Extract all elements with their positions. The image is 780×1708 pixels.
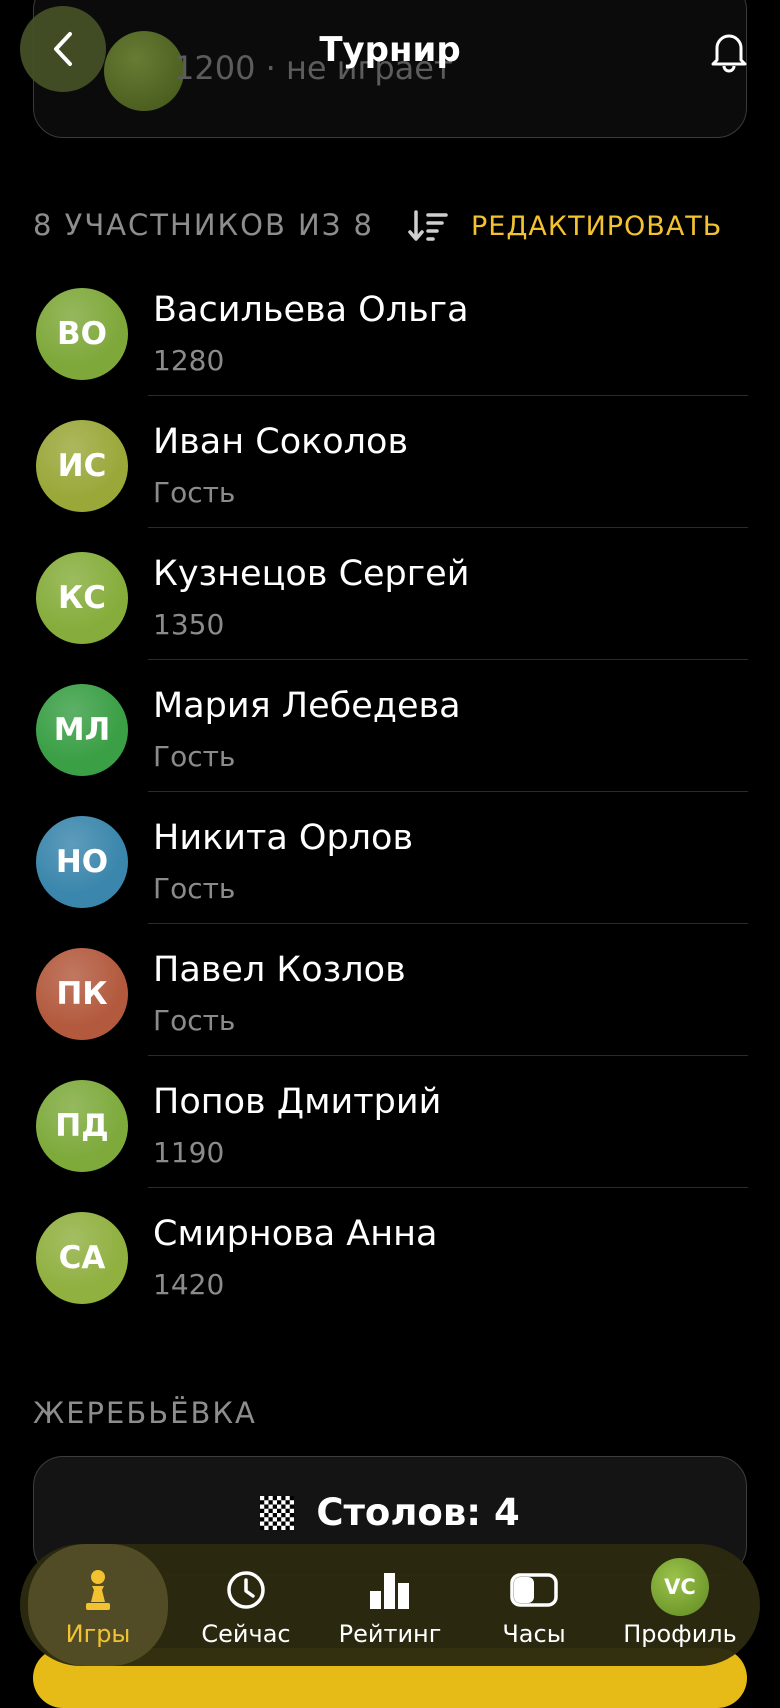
avatar: ИС	[36, 420, 128, 512]
bottom-nav: Игры Сейчас Рейтинг Часы VC Профиль	[20, 1544, 760, 1666]
participants-list: ВО Васильева Ольга 1280 ИС Иван Соколов …	[0, 264, 780, 1320]
participant-rating: Гость	[153, 872, 236, 905]
avatar: НО	[36, 816, 128, 908]
nav-label: Профиль	[623, 1620, 737, 1648]
tables-count: Столов: 4	[316, 1491, 520, 1534]
participant-name: Кузнецов Сергей	[153, 554, 470, 594]
toggle-icon	[510, 1573, 558, 1607]
avatar: КС	[36, 552, 128, 644]
pawn-icon	[86, 1570, 110, 1610]
list-item[interactable]: МЛ Мария Лебедева Гость	[0, 660, 780, 792]
sort-icon[interactable]	[408, 208, 450, 244]
avatar: ПД	[36, 1080, 128, 1172]
clock-icon	[227, 1571, 265, 1609]
participant-name: Никита Орлов	[153, 818, 414, 858]
page-title: Турнир	[319, 30, 461, 70]
nav-label: Часы	[502, 1620, 566, 1648]
participant-name: Смирнова Анна	[153, 1214, 438, 1254]
participant-rating: Гость	[153, 476, 236, 509]
avatar: ВО	[36, 288, 128, 380]
participants-count: 8 УЧАСТНИКОВ ИЗ 8	[33, 208, 375, 242]
list-item[interactable]: ИС Иван Соколов Гость	[0, 396, 780, 528]
participant-rating: 1350	[153, 608, 225, 641]
list-item[interactable]: КС Кузнецов Сергей 1350	[0, 528, 780, 660]
avatar: СА	[36, 1212, 128, 1304]
avatar: VC	[651, 1558, 709, 1616]
nav-clock[interactable]: Часы	[464, 1544, 604, 1666]
participant-name: Иван Соколов	[153, 422, 409, 462]
draw-heading: ЖЕРЕБЬЁВКА	[33, 1396, 257, 1430]
participant-name: Попов Дмитрий	[153, 1082, 442, 1122]
nav-rating[interactable]: Рейтинг	[320, 1544, 460, 1666]
list-item[interactable]: НО Никита Орлов Гость	[0, 792, 780, 924]
bell-icon[interactable]	[705, 26, 753, 74]
avatar: ПК	[36, 948, 128, 1040]
participant-name: Павел Козлов	[153, 950, 406, 990]
nav-profile[interactable]: VC Профиль	[610, 1544, 750, 1666]
chessboard-icon	[260, 1495, 295, 1530]
list-item[interactable]: ПК Павел Козлов Гость	[0, 924, 780, 1056]
avatar: МЛ	[36, 684, 128, 776]
participant-name: Мария Лебедева	[153, 686, 461, 726]
participant-rating: 1420	[153, 1268, 225, 1301]
bar-chart-icon	[370, 1573, 409, 1609]
list-item[interactable]: ПД Попов Дмитрий 1190	[0, 1056, 780, 1188]
list-item[interactable]: СА Смирнова Анна 1420	[0, 1188, 780, 1320]
edit-participants-button[interactable]: РЕДАКТИРОВАТЬ	[471, 211, 722, 242]
nav-label: Сейчас	[201, 1620, 291, 1648]
nav-now[interactable]: Сейчас	[176, 1544, 316, 1666]
nav-label: Игры	[65, 1620, 131, 1648]
participant-rating: Гость	[153, 1004, 236, 1037]
participant-rating: Гость	[153, 740, 236, 773]
participant-name: Васильева Ольга	[153, 290, 469, 330]
participant-rating: 1190	[153, 1136, 225, 1169]
nav-games[interactable]: Игры	[28, 1544, 168, 1666]
participant-rating: 1280	[153, 344, 225, 377]
nav-label: Рейтинг	[338, 1620, 442, 1648]
list-item[interactable]: ВО Васильева Ольга 1280	[0, 264, 780, 396]
